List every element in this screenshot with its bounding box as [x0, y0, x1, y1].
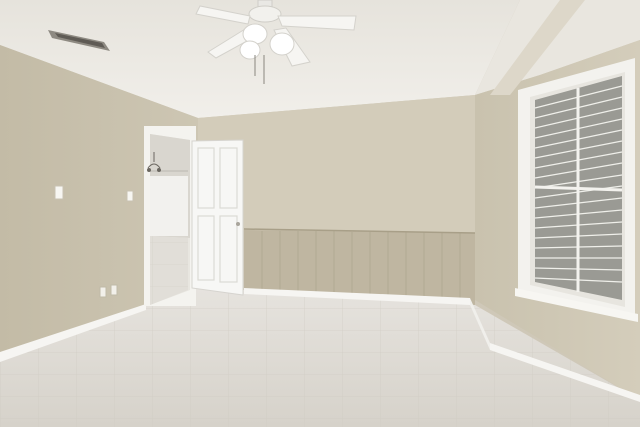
window-blinds-icon[interactable] — [515, 58, 638, 322]
interior-door[interactable] — [191, 139, 244, 296]
power-outlet-icon — [110, 284, 118, 296]
door-knob-icon[interactable] — [236, 222, 240, 226]
hallway-back-wall — [150, 176, 188, 236]
empty-room-photo — [0, 0, 640, 427]
light-switch-icon[interactable] — [126, 190, 134, 202]
light-switch-icon[interactable] — [54, 185, 64, 200]
room-illustration — [0, 0, 640, 427]
power-outlet-icon — [99, 286, 107, 298]
